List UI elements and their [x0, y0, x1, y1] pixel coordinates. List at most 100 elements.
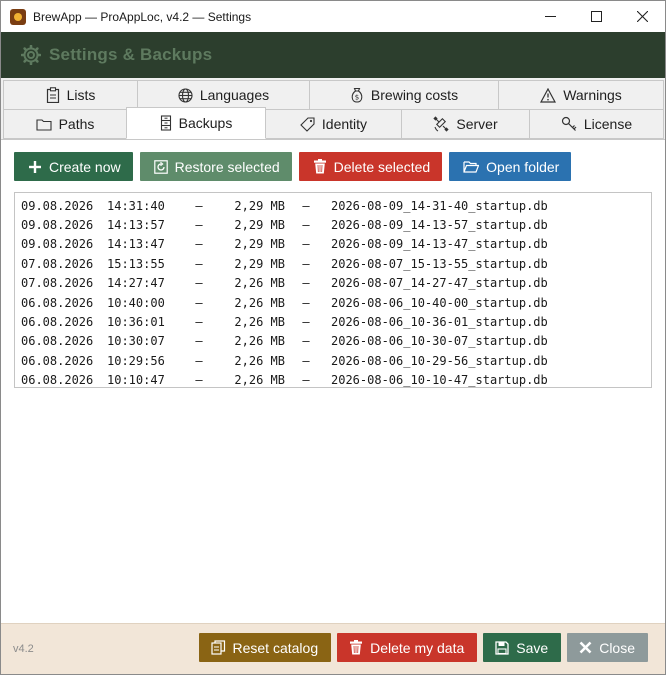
- plus-icon: [29, 160, 41, 173]
- tab-paths[interactable]: Paths: [3, 109, 127, 139]
- tab-license[interactable]: License: [529, 109, 664, 139]
- tab-label: Paths: [58, 116, 95, 132]
- tab-identity[interactable]: Identity: [265, 109, 402, 139]
- tab-brewing-costs[interactable]: $ Brewing costs: [309, 80, 499, 110]
- globe-icon: [178, 87, 193, 103]
- list-item[interactable]: 06.08.2026 10:36:01 — 2,26 MB — 2026-08-06_10…: [15, 312, 651, 331]
- delete-selected-button[interactable]: Delete selected: [298, 152, 443, 181]
- key-icon: [561, 116, 577, 131]
- tab-label: License: [583, 116, 633, 132]
- backup-size: 2,26 MB: [234, 295, 285, 310]
- footer-buttons: Reset catalog Delete my data Save Close: [198, 633, 648, 662]
- reset-document-icon: [210, 640, 225, 655]
- tab-label: Languages: [199, 87, 270, 103]
- page-title: Settings & Backups: [49, 45, 213, 64]
- window-controls: [527, 1, 665, 32]
- backup-date: 06.08.2026: [21, 373, 94, 388]
- backup-date: 06.08.2026: [21, 295, 94, 310]
- backup-date: 09.08.2026: [21, 218, 94, 233]
- floppy-disk-icon: [495, 640, 509, 655]
- backup-time: 10:10:47: [107, 373, 165, 388]
- backup-size: 2,26 MB: [234, 276, 285, 291]
- separator: —: [302, 218, 310, 233]
- backup-filename: 2026-08-07_14-27-47_startup.db: [331, 276, 548, 291]
- backup-filename: 2026-08-06_10-30-07_startup.db: [331, 334, 548, 349]
- list-item[interactable]: 09.08.2026 14:13:57 — 2,29 MB — 2026-08-09_14…: [15, 215, 651, 234]
- separator: —: [302, 334, 310, 349]
- separator: —: [195, 373, 203, 388]
- svg-text:$: $: [355, 94, 359, 102]
- separator: —: [302, 295, 310, 310]
- separator: —: [302, 315, 310, 330]
- backup-date: 06.08.2026: [21, 315, 94, 330]
- backup-filename: 2026-08-06_10-29-56_startup.db: [331, 353, 548, 368]
- reset-catalog-label: Reset catalog: [232, 639, 319, 656]
- trash-icon: [313, 159, 326, 174]
- clipboard-icon: [46, 87, 59, 103]
- reset-catalog-button[interactable]: Reset catalog: [198, 633, 332, 662]
- backup-time: 14:13:47: [107, 237, 165, 252]
- tab-label: Warnings: [563, 87, 622, 103]
- close-icon: [636, 11, 648, 22]
- backup-size: 2,29 MB: [234, 237, 285, 252]
- tab-languages[interactable]: Languages: [137, 80, 310, 110]
- maximize-icon: [590, 11, 602, 22]
- list-item[interactable]: 06.08.2026 10:10:47 — 2,26 MB — 2026-08-06_10…: [15, 371, 651, 390]
- create-now-button[interactable]: Create now: [14, 152, 133, 181]
- delete-my-data-label: Delete my data: [370, 639, 465, 656]
- list-item[interactable]: 07.08.2026 15:13:55 — 2,29 MB — 2026-08-07_15…: [15, 254, 651, 273]
- backup-size: 2,29 MB: [234, 218, 285, 233]
- restore-selected-button[interactable]: Restore selected: [139, 152, 292, 181]
- close-button[interactable]: Close: [567, 633, 648, 662]
- tag-icon: [300, 116, 315, 132]
- footer-bar: v4.2 Reset catalog Delete my data Save C…: [1, 623, 665, 674]
- backup-filename: 2026-08-09_14-31-40_startup.db: [331, 198, 548, 213]
- backup-date: 06.08.2026: [21, 353, 94, 368]
- create-now-label: Create now: [49, 158, 121, 175]
- tab-server[interactable]: Server: [401, 109, 530, 139]
- restore-selected-label: Restore selected: [174, 158, 280, 175]
- separator: —: [302, 276, 310, 291]
- delete-my-data-button[interactable]: Delete my data: [337, 633, 478, 662]
- list-item[interactable]: 06.08.2026 10:29:56 — 2,26 MB — 2026-08-06_10…: [15, 351, 651, 370]
- tab-lists[interactable]: Lists: [3, 80, 138, 110]
- separator: —: [195, 218, 203, 233]
- backups-panel: Create now Restore selected Delete selec…: [1, 139, 665, 623]
- backup-size: 2,26 MB: [234, 353, 285, 368]
- backup-size: 2,26 MB: [234, 315, 285, 330]
- minimize-icon: [544, 16, 556, 17]
- backup-date: 09.08.2026: [21, 237, 94, 252]
- tab-warnings[interactable]: Warnings: [498, 80, 664, 110]
- open-folder-button[interactable]: Open folder: [449, 152, 572, 181]
- backup-list[interactable]: 09.08.2026 14:31:40 — 2,29 MB — 2026-08-09_14…: [14, 192, 652, 388]
- separator: —: [195, 353, 203, 368]
- list-item[interactable]: 09.08.2026 14:13:47 — 2,29 MB — 2026-08-09_14…: [15, 235, 651, 254]
- list-item[interactable]: 06.08.2026 10:40:00 — 2,26 MB — 2026-08-06_10…: [15, 293, 651, 312]
- title-bar[interactable]: BrewApp — ProAppLoc, v4.2 — Settings: [1, 1, 665, 32]
- separator: —: [195, 295, 203, 310]
- separator: —: [195, 256, 203, 271]
- separator: —: [302, 198, 310, 213]
- open-folder-label: Open folder: [486, 158, 560, 175]
- separator: —: [302, 256, 310, 271]
- backup-time: 14:31:40: [107, 198, 165, 213]
- list-item[interactable]: 07.08.2026 14:27:47 — 2,26 MB — 2026-08-07_14…: [15, 274, 651, 293]
- list-item[interactable]: 09.08.2026 14:31:40 — 2,29 MB — 2026-08-09_14…: [15, 196, 651, 215]
- app-logo-icon: [10, 8, 26, 25]
- backup-time: 10:40:00: [107, 295, 165, 310]
- list-item[interactable]: 06.08.2026 10:30:07 — 2,26 MB — 2026-08-06_10…: [15, 332, 651, 351]
- backup-filename: 2026-08-06_10-40-00_startup.db: [331, 295, 548, 310]
- satellite-icon: [433, 116, 449, 132]
- close-window-button[interactable]: [619, 1, 665, 32]
- minimize-button[interactable]: [527, 1, 573, 32]
- tab-backups[interactable]: Backups: [126, 107, 266, 139]
- save-button[interactable]: Save: [483, 633, 562, 662]
- separator: —: [302, 373, 310, 388]
- money-bag-icon: $: [351, 87, 363, 103]
- backup-time: 14:27:47: [107, 276, 165, 291]
- tab-label: Backups: [178, 115, 233, 131]
- separator: —: [302, 353, 310, 368]
- backup-toolbar: Create now Restore selected Delete selec…: [14, 152, 572, 181]
- close-x-icon: [579, 641, 592, 654]
- maximize-button[interactable]: [573, 1, 619, 32]
